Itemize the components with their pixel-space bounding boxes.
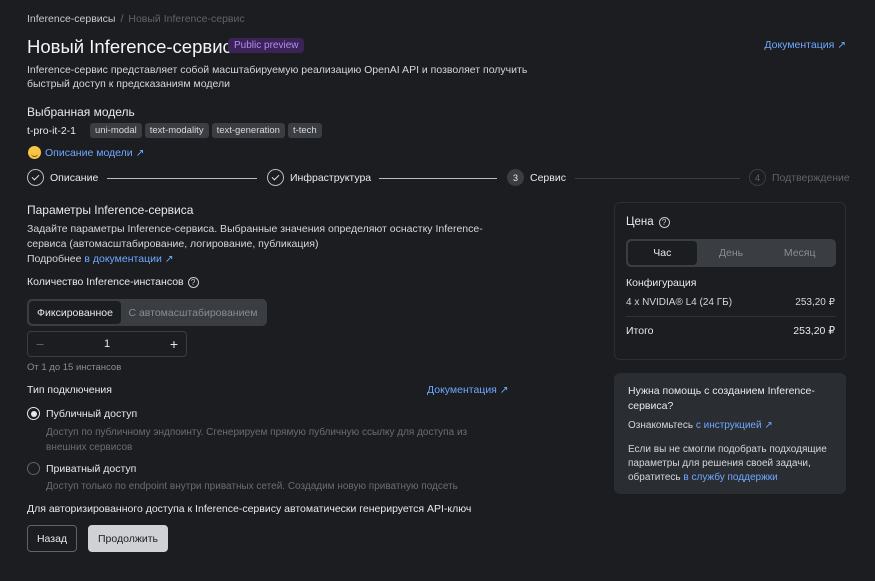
- connection-heading: Тип подключения: [27, 384, 112, 396]
- private-access-help: Доступ только по endpoint внутри приватн…: [46, 481, 458, 492]
- step-label: Описание: [50, 171, 99, 184]
- model-name: t-pro-it-2-1: [27, 125, 77, 137]
- instance-quantity-value[interactable]: 1: [104, 338, 110, 350]
- configuration-item: 4 x NVIDIA® L4 (24 ГБ): [626, 297, 733, 308]
- public-access-help: Доступ по публичному эндпоинту. Сгенерир…: [46, 427, 468, 453]
- step-connector: [575, 178, 740, 179]
- increment-button[interactable]: +: [170, 336, 178, 352]
- params-more-prefix: Подробнее: [27, 253, 85, 265]
- params-more: Подробнее в документации ↗: [27, 252, 517, 267]
- period-month-option[interactable]: Месяц: [765, 241, 834, 265]
- model-tag: t-tech: [287, 123, 322, 138]
- step-number: 4: [749, 169, 766, 186]
- step-number: 3: [507, 169, 524, 186]
- configuration-label: Конфигурация: [626, 277, 697, 289]
- instances-heading-label: Количество Inference-инстансов: [27, 276, 184, 288]
- scaling-mode-segmented-control: Фиксированное С автомасштабированием: [27, 299, 267, 326]
- api-key-note: Для авторизированного доступа к Inferenc…: [27, 503, 472, 515]
- model-description-link[interactable]: Описание модели ↗: [28, 146, 144, 159]
- divider: [626, 316, 836, 317]
- wizard-stepper: Описание Инфраструктура 3 Сервис 4 Подтв…: [27, 169, 850, 187]
- breadcrumb-current: Новый Inference-сервис: [128, 13, 245, 25]
- selected-model-heading: Выбранная модель: [27, 105, 135, 119]
- help-card-instructions: Ознакомьтесь с инструкцией ↗: [628, 420, 773, 431]
- hugging-face-icon: [28, 146, 41, 159]
- instance-quantity-stepper: − 1 +: [27, 331, 187, 357]
- params-description-text: Задайте параметры Inference-сервиса. Выб…: [27, 223, 483, 250]
- instructions-prefix: Ознакомьтесь: [628, 420, 696, 431]
- continue-button[interactable]: Продолжить: [88, 525, 168, 552]
- support-link[interactable]: в службу поддержки: [683, 472, 777, 483]
- total-price: 253,20 ₽: [793, 325, 835, 337]
- step-confirmation: 4 Подтверждение: [749, 169, 850, 186]
- configuration-price: 253,20 ₽: [795, 297, 835, 308]
- price-period-segmented-control: Час День Месяц: [626, 239, 836, 267]
- help-icon[interactable]: ?: [658, 216, 670, 228]
- model-tag: text-generation: [211, 123, 285, 138]
- params-description: Задайте параметры Inference-сервиса. Выб…: [27, 222, 517, 267]
- page-title: Новый Inference-сервис: [27, 36, 232, 57]
- breadcrumb-parent[interactable]: Inference-сервисы: [27, 13, 115, 25]
- params-heading: Параметры Inference-сервиса: [27, 203, 194, 217]
- breadcrumb-separator: /: [120, 13, 124, 25]
- model-tags: uni-modal text-modality text-generation …: [90, 123, 322, 138]
- decrement-button[interactable]: −: [36, 336, 44, 352]
- period-day-option[interactable]: День: [697, 241, 766, 265]
- help-card-title: Нужна помощь с созданием Inference-серви…: [628, 385, 815, 412]
- page-description: Inference-сервис представляет собой масш…: [27, 64, 528, 90]
- public-preview-badge: Public preview: [228, 38, 305, 53]
- mode-fixed-option[interactable]: Фиксированное: [29, 301, 121, 324]
- price-title-label: Цена: [626, 216, 654, 228]
- step-label: Инфраструктура: [290, 171, 372, 184]
- help-icon[interactable]: ?: [187, 276, 199, 288]
- private-access-label[interactable]: Приватный доступ: [46, 463, 136, 475]
- params-docs-link[interactable]: в документации ↗: [84, 253, 173, 265]
- step-description[interactable]: Описание: [27, 169, 98, 186]
- step-label: Подтверждение: [772, 171, 850, 184]
- check-icon: [27, 169, 44, 186]
- help-card: Нужна помощь с созданием Inference-серви…: [614, 373, 846, 494]
- public-access-radio[interactable]: [27, 407, 40, 420]
- total-label: Итого: [626, 325, 654, 337]
- instance-range-hint: От 1 до 15 инстансов: [27, 362, 122, 373]
- breadcrumb: Inference-сервисы / Новый Inference-сервис: [27, 13, 245, 25]
- step-connector: [379, 178, 497, 179]
- private-access-radio[interactable]: [27, 462, 40, 475]
- price-card: Цена ? Час День Месяц Конфигурация 4 x N…: [614, 202, 846, 360]
- step-service[interactable]: 3 Сервис: [507, 169, 566, 186]
- step-connector: [107, 178, 257, 179]
- price-title: Цена ?: [626, 216, 670, 228]
- connection-documentation-link[interactable]: Документация ↗: [427, 384, 509, 396]
- instances-heading: Количество Inference-инстансов ?: [27, 276, 199, 288]
- model-tag: text-modality: [144, 123, 209, 138]
- mode-autoscale-option[interactable]: С автомасштабированием: [121, 301, 265, 324]
- instructions-link[interactable]: с инструкцией ↗: [696, 420, 773, 431]
- back-button[interactable]: Назад: [27, 525, 77, 552]
- help-card-support: Если вы не смогли подобрать подходящие п…: [628, 443, 838, 485]
- step-infrastructure[interactable]: Инфраструктура: [267, 169, 371, 186]
- model-tag: uni-modal: [90, 123, 142, 138]
- check-icon: [267, 169, 284, 186]
- public-access-label[interactable]: Публичный доступ: [46, 408, 137, 420]
- documentation-link[interactable]: Документация ↗: [764, 39, 846, 51]
- step-label: Сервис: [530, 171, 566, 184]
- period-hour-option[interactable]: Час: [628, 241, 697, 265]
- model-description-label[interactable]: Описание модели ↗: [45, 147, 144, 159]
